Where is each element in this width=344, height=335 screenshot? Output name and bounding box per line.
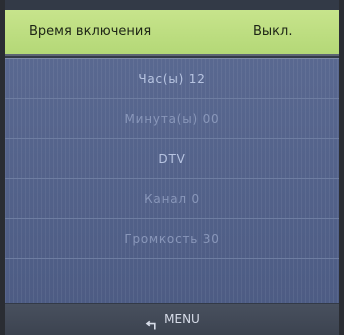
timer-menu-screen: Время включения Выкл. Час(ы) 12 Минута(ы… [5,0,339,335]
header-value[interactable]: Выкл. [253,24,292,39]
channel-label: Канал 0 [144,192,200,206]
source-item[interactable]: DTV [5,139,339,179]
volume-item[interactable]: Громкость 30 [5,219,339,259]
empty-item [5,259,339,299]
channel-item[interactable]: Канал 0 [5,179,339,219]
settings-list: Час(ы) 12 Минута(ы) 00 DTV Канал 0 Громк… [5,58,339,303]
hour-label: Час(ы) 12 [138,72,206,86]
menu-footer[interactable]: MENU [5,304,339,335]
menu-header[interactable]: Время включения Выкл. [5,10,339,56]
volume-label: Громкость 30 [124,232,220,246]
footer-label: MENU [164,312,200,326]
minute-label: Минута(ы) 00 [124,112,220,126]
header-title: Время включения [29,24,152,39]
footer-button[interactable]: MENU [144,304,200,335]
minute-item[interactable]: Минута(ы) 00 [5,99,339,139]
hour-item[interactable]: Час(ы) 12 [5,59,339,99]
return-arrow-icon [144,313,158,329]
source-label: DTV [158,152,186,166]
